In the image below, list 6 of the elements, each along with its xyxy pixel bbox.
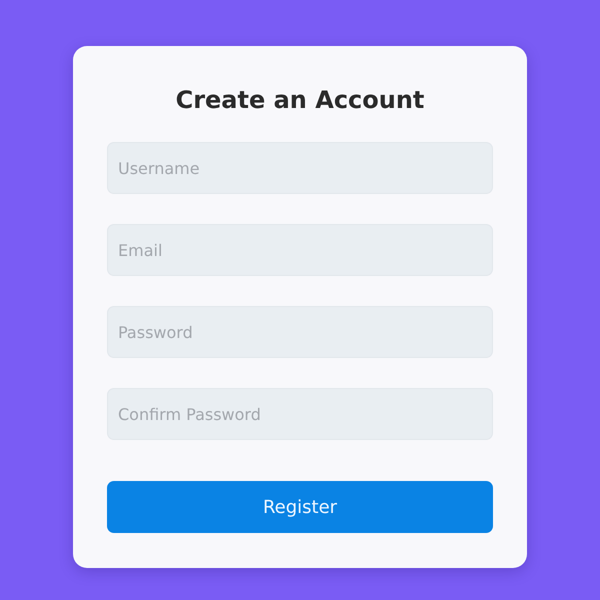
input-field[interactable]: Password [107,306,493,358]
input-field[interactable]: Confirm Password [107,388,493,440]
register-button[interactable]: Register [107,481,493,533]
input-field[interactable]: Email [107,224,493,276]
form-title: Create an Account [176,85,424,116]
input-field[interactable]: Username [107,142,493,194]
